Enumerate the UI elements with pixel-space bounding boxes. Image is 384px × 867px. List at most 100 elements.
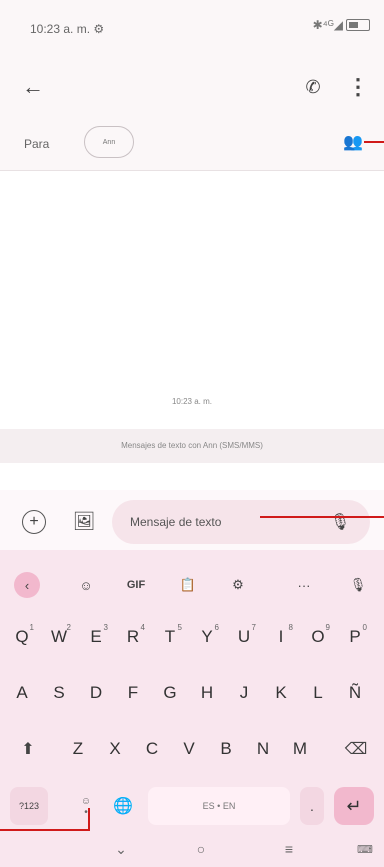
key-x[interactable]: X — [99, 730, 131, 768]
key-label: R — [126, 627, 140, 646]
key-label: E — [90, 627, 102, 646]
clipboard-icon[interactable]: 📋 — [174, 572, 202, 598]
key-w[interactable]: W2 — [43, 618, 75, 656]
key-hint: 8 — [288, 623, 293, 632]
key-hint: 9 — [325, 623, 330, 632]
keyboard-row-3: ⬆ Z X C V B N M ⌫ — [0, 730, 384, 770]
period-key[interactable]: . — [300, 787, 324, 825]
voice-input-icon[interactable]: 🎙 — [344, 572, 372, 598]
key-d[interactable]: D — [80, 674, 112, 712]
more-options-icon[interactable]: ⋮ — [346, 72, 370, 102]
conversation-area: 10:23 a. m. Mensajes de texto con Ann (S… — [0, 171, 384, 489]
key-hint: 2 — [66, 623, 71, 632]
keyboard-row-1: Q1 W2 E3 R4 T5 Y6 U7 I8 O9 P0 — [0, 618, 384, 658]
add-attachment-icon[interactable]: + — [22, 510, 46, 534]
key-q[interactable]: Q1 — [6, 618, 38, 656]
battery-icon — [346, 19, 370, 31]
keyboard-toolbar: ‹ ☺ GIF 📋 ⚙ ··· 🎙 — [0, 564, 384, 604]
mic-icon[interactable]: 🎙 — [330, 510, 350, 534]
shift-key-icon[interactable]: ⬆ — [8, 730, 48, 768]
key-t[interactable]: T5 — [154, 618, 186, 656]
system-message: Mensajes de texto con Ann (SMS/MMS) — [121, 441, 263, 450]
key-u[interactable]: U7 — [228, 618, 260, 656]
key-o[interactable]: O9 — [302, 618, 334, 656]
key-label: O — [311, 627, 325, 646]
gif-button[interactable]: GIF — [122, 572, 150, 598]
callout-line-emoji-horizontal — [0, 829, 90, 831]
callout-line-emoji-vertical — [88, 808, 90, 830]
keyboard: ‹ ☺ GIF 📋 ⚙ ··· 🎙 Q1 W2 E3 R4 T5 Y6 U7 I… — [0, 550, 384, 867]
recipient-chip[interactable]: Ann — [84, 126, 134, 158]
numbers-key[interactable]: ?123 — [10, 787, 48, 825]
key-g[interactable]: G — [154, 674, 186, 712]
callout-line-message-input — [260, 516, 384, 518]
message-timestamp: 10:23 a. m. — [171, 397, 213, 406]
composer: + 🖼 Mensaje de texto 🎙 — [0, 490, 384, 550]
screen: 10:23 a. m. ⚙ ✱⁴ᴳ◢ ← ✆ ⋮ Para Ann 👥 10:2… — [0, 0, 384, 867]
key-y[interactable]: Y6 — [191, 618, 223, 656]
key-b[interactable]: B — [210, 730, 242, 768]
key-m[interactable]: M — [284, 730, 316, 768]
key-hint: 5 — [177, 623, 182, 632]
sticker-icon[interactable]: ☺ — [72, 572, 100, 598]
status-bar: 10:23 a. m. ⚙ ✱⁴ᴳ◢ — [0, 0, 384, 60]
key-label: W — [50, 627, 68, 646]
to-label: Para — [24, 137, 50, 151]
system-nav-bar: ⌄ ○ ≡ ⌨ — [0, 832, 384, 867]
message-input[interactable]: Mensaje de texto 🎙 — [112, 500, 370, 544]
key-l[interactable]: L — [302, 674, 334, 712]
key-z[interactable]: Z — [62, 730, 94, 768]
key-s[interactable]: S — [43, 674, 75, 712]
key-n[interactable]: N — [247, 730, 279, 768]
key-label: Y — [201, 627, 213, 646]
key-hint: 4 — [140, 623, 145, 632]
key-v[interactable]: V — [173, 730, 205, 768]
keyboard-bottom-row: ?123 ☺ • 🌐 ES • EN . ↵ — [0, 787, 384, 827]
language-globe-icon[interactable]: 🌐 — [108, 787, 138, 825]
status-icons: ✱⁴ᴳ◢ — [313, 18, 370, 32]
key-label: U — [237, 627, 251, 646]
key-hint: 1 — [29, 623, 34, 632]
nav-recents-icon[interactable]: ≡ — [274, 838, 304, 860]
key-c[interactable]: C — [136, 730, 168, 768]
key-label: P — [349, 627, 361, 646]
key-r[interactable]: R4 — [117, 618, 149, 656]
message-placeholder: Mensaje de texto — [130, 515, 222, 529]
key-f[interactable]: F — [117, 674, 149, 712]
key-hint: 0 — [362, 623, 367, 632]
gallery-icon[interactable]: 🖼 — [70, 510, 98, 532]
status-time: 10:23 a. m. ⚙ — [30, 22, 105, 36]
key-i[interactable]: I8 — [265, 618, 297, 656]
keyboard-switch-icon[interactable]: ⌨ — [350, 838, 380, 860]
phone-icon[interactable]: ✆ — [298, 72, 328, 102]
callout-line-add-people — [364, 141, 384, 143]
key-p[interactable]: P0 — [339, 618, 371, 656]
recipients-bar: Para Ann 👥 — [0, 115, 384, 171]
nav-back-icon[interactable]: ⌄ — [106, 838, 136, 860]
system-message-bar: Mensajes de texto con Ann (SMS/MMS) — [0, 429, 384, 463]
key-k[interactable]: K — [265, 674, 297, 712]
enter-key-icon[interactable]: ↵ — [334, 787, 374, 825]
key-label: Q — [15, 627, 29, 646]
nav-home-icon[interactable]: ○ — [186, 838, 216, 860]
keyboard-collapse-icon[interactable]: ‹ — [14, 572, 40, 598]
keyboard-row-2: A S D F G H J K L Ñ — [0, 674, 384, 714]
emoji-key-icon[interactable]: ☺ • — [76, 793, 96, 821]
back-arrow-icon[interactable]: ← — [18, 72, 48, 102]
key-e[interactable]: E3 — [80, 618, 112, 656]
key-hint: 6 — [214, 623, 219, 632]
key-j[interactable]: J — [228, 674, 260, 712]
backspace-key-icon[interactable]: ⌫ — [336, 730, 376, 768]
key-label: I — [278, 627, 284, 646]
key-enye[interactable]: Ñ — [339, 674, 371, 712]
signal-icons: ✱⁴ᴳ◢ — [312, 18, 343, 32]
more-tools-icon[interactable]: ··· — [290, 572, 318, 598]
key-a[interactable]: A — [6, 674, 38, 712]
key-label: T — [164, 627, 176, 646]
key-h[interactable]: H — [191, 674, 223, 712]
add-people-icon[interactable]: 👥 — [340, 129, 366, 155]
app-bar: ← ✆ ⋮ — [0, 60, 384, 115]
key-hint: 7 — [251, 623, 256, 632]
space-key[interactable]: ES • EN — [148, 787, 290, 825]
settings-gear-icon[interactable]: ⚙ — [224, 572, 252, 598]
